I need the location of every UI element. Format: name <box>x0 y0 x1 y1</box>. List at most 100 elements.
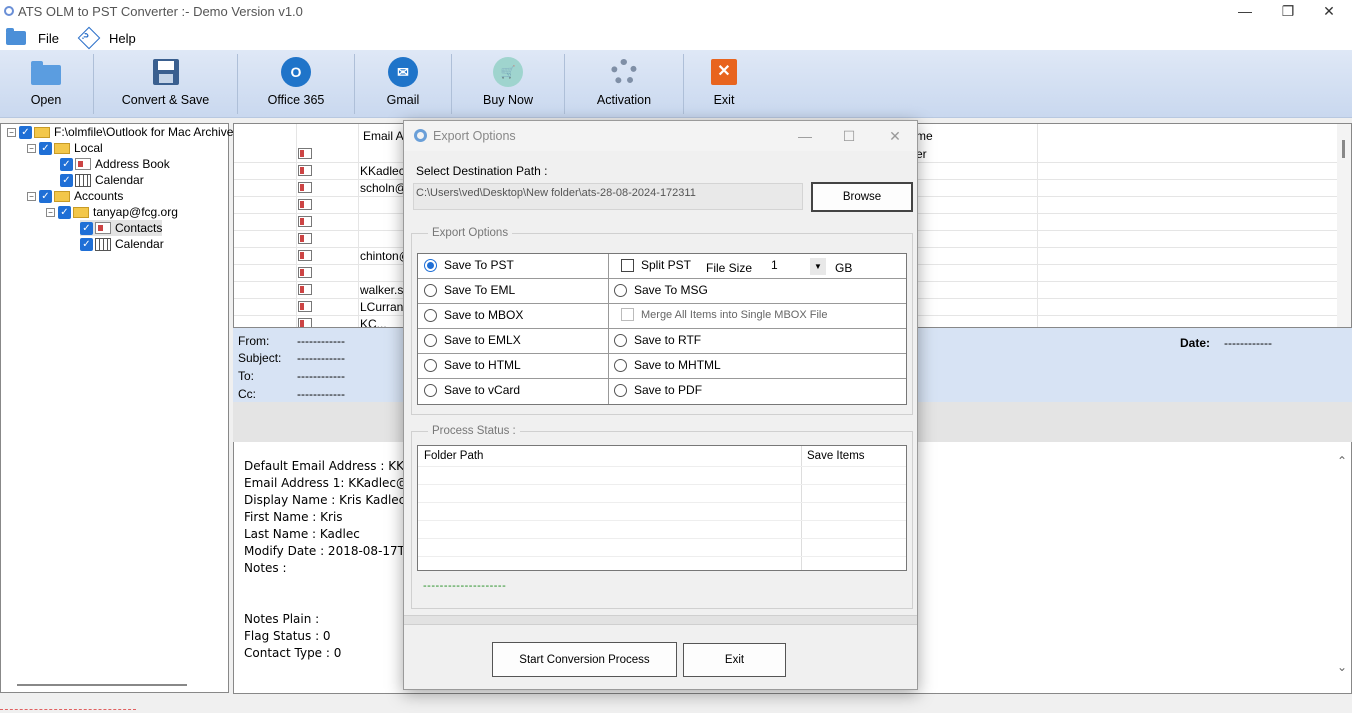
floppy-disk-icon <box>150 56 182 88</box>
close-button[interactable]: ✕ <box>1306 0 1352 24</box>
menu-bar: File ? Help <box>0 24 1352 50</box>
date-label: Date: <box>1180 336 1211 350</box>
detail-line: Last Name : Kadlec <box>244 527 360 541</box>
tree-accounts-label: Accounts <box>74 189 124 203</box>
gmail-button[interactable]: ✉ Gmail <box>355 50 451 118</box>
contact-icon <box>298 165 312 176</box>
checkbox-icon[interactable]: ✓ <box>39 189 52 203</box>
folder-icon <box>54 190 70 202</box>
exit-toolbar-button[interactable]: ✕ Exit <box>684 50 764 118</box>
buy-now-button[interactable]: 🛒 Buy Now <box>452 50 564 118</box>
dropdown-arrow-icon: ▼ <box>810 258 826 275</box>
option-save-to-vcard[interactable]: Save to vCard <box>424 383 520 397</box>
checkbox-icon[interactable]: ✓ <box>39 141 52 155</box>
destination-path-field[interactable]: C:\Users\ved\Desktop\New folder\ats-28-0… <box>413 183 803 210</box>
option-save-to-msg[interactable]: Save To MSG <box>614 283 708 297</box>
collapse-icon[interactable]: − <box>46 207 55 217</box>
tree-calendar-local[interactable]: ✓ Calendar <box>60 172 144 188</box>
vertical-scrollbar[interactable] <box>1337 124 1351 327</box>
file-size-select[interactable]: 1 ▼ <box>768 258 826 275</box>
option-save-to-mhtml[interactable]: Save to MHTML <box>614 358 721 372</box>
gmail-label: Gmail <box>386 93 420 107</box>
checkbox-disabled-icon <box>621 308 634 321</box>
checkbox-icon[interactable]: ✓ <box>60 173 73 187</box>
export-format-table: Save To PST Split PST File Size 1 ▼ GB Sa… <box>417 253 907 405</box>
process-status-label: Process Status : <box>428 425 520 437</box>
option-save-to-emlx[interactable]: Save to EMLX <box>424 333 521 347</box>
cart-icon: 🛒 <box>492 56 524 88</box>
scroll-up-icon[interactable]: ⌃ <box>1337 454 1347 468</box>
dialog-close-button[interactable]: ✕ <box>880 125 910 147</box>
dialog-title-bar: Export Options — ☐ ✕ <box>404 121 917 151</box>
option-save-to-pst[interactable]: Save To PST <box>424 258 514 272</box>
tree-contacts[interactable]: ✓ Contacts <box>80 220 163 236</box>
browse-button[interactable]: Browse <box>811 182 913 212</box>
activation-button[interactable]: Activation <box>565 50 683 118</box>
checkbox-icon[interactable]: ✓ <box>80 237 93 251</box>
process-status-table: Folder Path Save Items <box>417 445 907 571</box>
tree-address-book[interactable]: ✓ Address Book <box>60 156 170 172</box>
checkbox-icon[interactable]: ✓ <box>19 125 32 139</box>
contact-icon <box>298 233 312 244</box>
checkbox-icon[interactable]: ✓ <box>80 221 93 235</box>
status-text: -------------------- <box>423 580 507 592</box>
option-save-to-eml[interactable]: Save To EML <box>424 283 515 297</box>
radio-icon <box>424 333 437 347</box>
dialog-minimize-button[interactable]: — <box>790 125 820 147</box>
scroll-down-icon[interactable]: ⌄ <box>1337 660 1347 674</box>
radio-icon <box>424 383 437 397</box>
radio-icon <box>614 358 627 372</box>
menu-help[interactable]: ? Help <box>77 26 136 50</box>
tree-account[interactable]: − ✓ tanyap@fcg.org <box>46 204 178 220</box>
dialog-maximize-button[interactable]: ☐ <box>834 125 864 147</box>
tree-accounts[interactable]: − ✓ Accounts <box>27 188 123 204</box>
subject-value: ------------ <box>297 351 345 365</box>
exit-icon: ✕ <box>708 56 740 88</box>
option-save-to-rtf[interactable]: Save to RTF <box>614 333 701 347</box>
save-items-header: Save Items <box>807 450 865 462</box>
detail-line: First Name : Kris <box>244 510 343 524</box>
dialog-title: Export Options <box>433 129 516 143</box>
menu-help-label: Help <box>109 30 136 46</box>
from-value: ------------ <box>297 334 345 348</box>
tree-calendar-account[interactable]: ✓ Calendar <box>80 236 164 252</box>
menu-file[interactable]: File <box>6 28 59 48</box>
gmail-icon: ✉ <box>387 56 419 88</box>
option-save-to-html[interactable]: Save to HTML <box>424 358 521 372</box>
column-name-header[interactable]: me <box>916 129 933 143</box>
dialog-app-icon <box>414 129 427 142</box>
office365-label: Office 365 <box>267 93 325 107</box>
collapse-icon[interactable]: − <box>27 191 36 201</box>
checkbox-icon[interactable]: ✓ <box>60 157 73 171</box>
start-conversion-button[interactable]: Start Conversion Process <box>492 642 677 677</box>
dialog-exit-button[interactable]: Exit <box>683 643 786 677</box>
tree-root[interactable]: − ✓ F:\olmfile\Outlook for Mac Archive 2 <box>7 124 243 140</box>
radio-icon <box>614 283 627 297</box>
collapse-icon[interactable]: − <box>7 127 16 137</box>
office365-button[interactable]: O Office 365 <box>238 50 354 118</box>
option-save-to-mbox[interactable]: Save to MBOX <box>424 308 523 322</box>
cc-value: ------------ <box>297 387 345 401</box>
address-book-icon <box>75 158 91 170</box>
calendar-icon <box>75 173 91 187</box>
tree-local[interactable]: − ✓ Local <box>27 140 103 156</box>
restore-button[interactable]: ❐ <box>1265 0 1311 24</box>
open-button[interactable]: Open <box>0 50 92 118</box>
detail-line: Notes : <box>244 561 287 575</box>
split-pst-checkbox[interactable]: Split PST <box>621 258 691 272</box>
convert-save-button[interactable]: Convert & Save <box>94 50 237 118</box>
exit-label: Exit <box>713 93 735 107</box>
contact-icon <box>298 267 312 278</box>
from-label: From: <box>238 334 270 348</box>
contact-icon <box>298 284 312 295</box>
destination-path-label: Select Destination Path : <box>416 164 548 178</box>
detail-line: Display Name : Kris Kadlec <box>244 493 406 507</box>
collapse-icon[interactable]: − <box>27 143 36 153</box>
minimize-button[interactable]: — <box>1222 0 1268 24</box>
buy-now-label: Buy Now <box>482 93 534 107</box>
checkbox-icon[interactable]: ✓ <box>58 205 71 219</box>
horizontal-scrollbar[interactable] <box>17 684 187 686</box>
process-status-group: Process Status : Folder Path Save Items … <box>411 425 913 609</box>
radio-selected-icon <box>424 258 437 272</box>
option-save-to-pdf[interactable]: Save to PDF <box>614 383 702 397</box>
